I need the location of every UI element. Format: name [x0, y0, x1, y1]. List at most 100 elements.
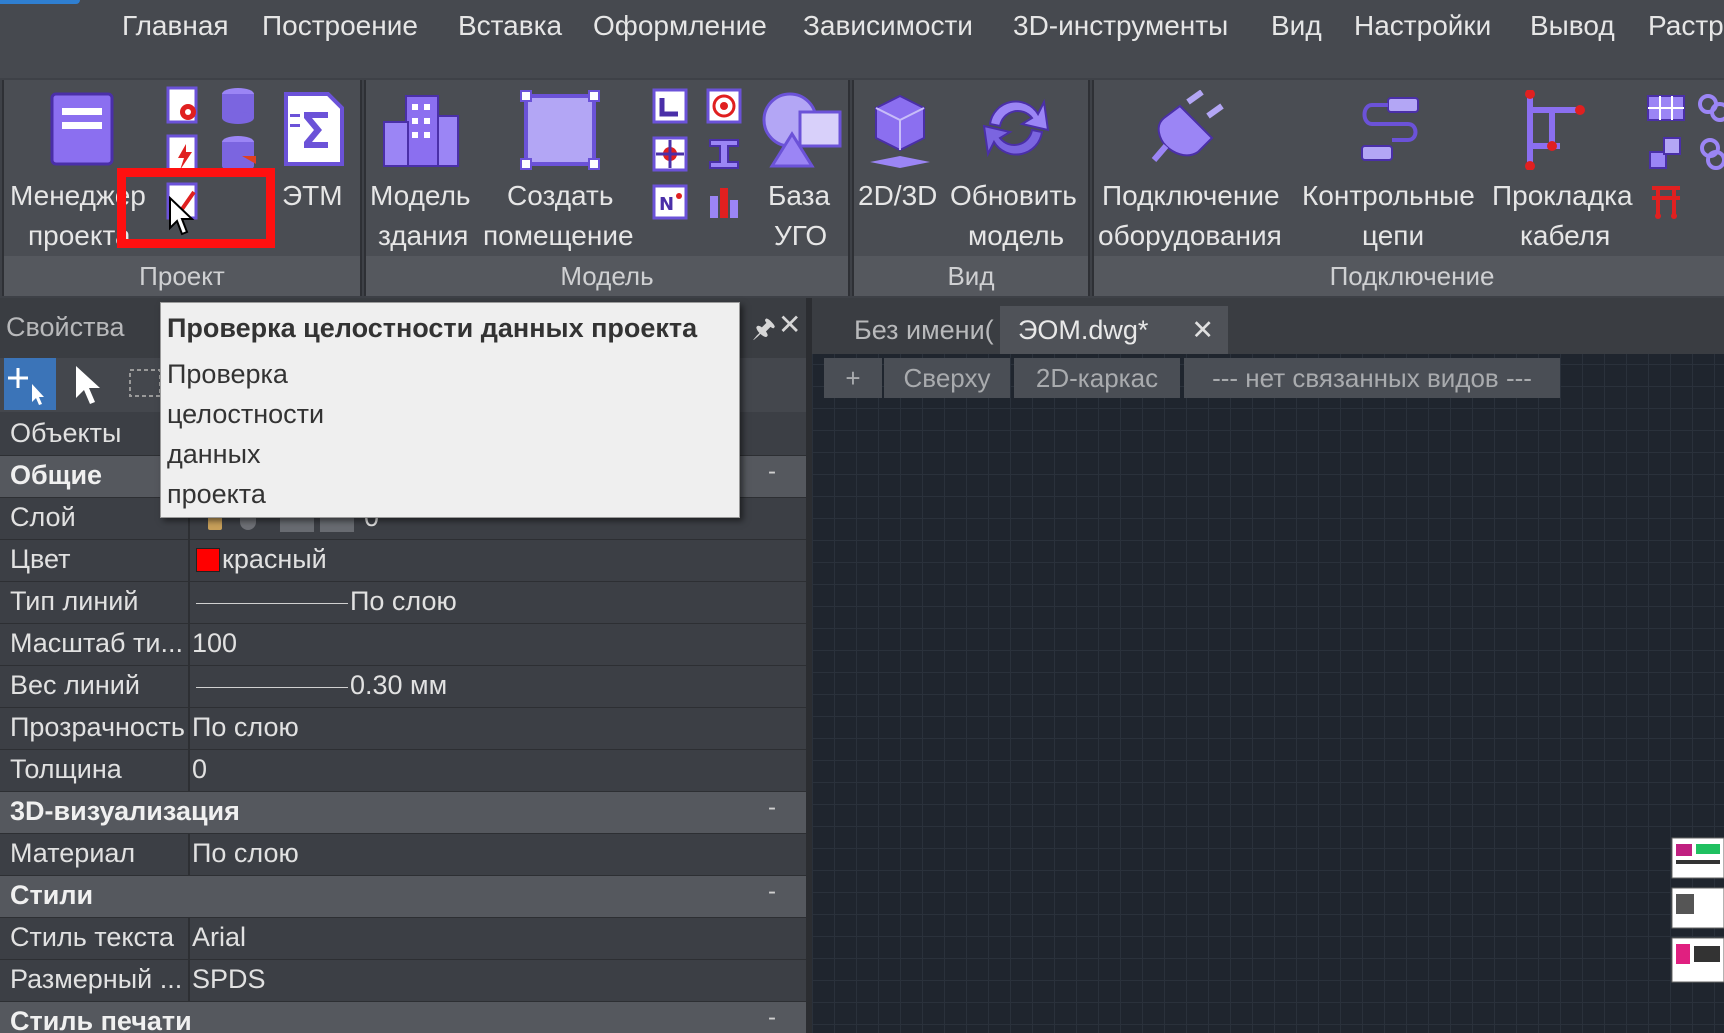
ugo-library-label1[interactable]: База: [768, 176, 830, 216]
section-styles-label: Стили: [10, 880, 94, 910]
control-circuits-label1[interactable]: Контрольные: [1302, 176, 1475, 216]
equipment-connection-label2[interactable]: оборудования: [1098, 216, 1282, 256]
link-chain-icon[interactable]: [1698, 92, 1724, 126]
prop-key: Слой: [10, 502, 76, 532]
prop-row-textstyle[interactable]: Стиль текста Arial: [0, 918, 806, 960]
view-2d3d-label[interactable]: 2D/3D: [858, 176, 937, 216]
create-room-icon[interactable]: [520, 90, 600, 170]
prop-key: Материал: [10, 838, 136, 868]
select-objects-button[interactable]: [64, 358, 116, 410]
viewport-add-button[interactable]: +: [824, 358, 882, 398]
bar-chart-icon[interactable]: [704, 182, 744, 222]
chain-links-icon[interactable]: [1698, 134, 1724, 174]
create-room-label1[interactable]: Создать: [507, 176, 613, 216]
panel-project-label: Проект: [4, 256, 360, 296]
prop-row-thickness[interactable]: Толщина 0: [0, 750, 806, 792]
drawing-sheets-thumbnail[interactable]: [1670, 836, 1724, 986]
project-manager-label2[interactable]: проекта: [28, 216, 131, 256]
viewport-linked-views[interactable]: --- нет связанных видов ---: [1184, 358, 1560, 398]
cable-routing-label1[interactable]: Прокладка: [1492, 176, 1633, 216]
doc-settings-icon[interactable]: [164, 86, 204, 126]
database-icon[interactable]: [218, 86, 258, 126]
objects-label: Объекты: [10, 418, 122, 448]
refresh-model-label1[interactable]: Обновить: [950, 176, 1077, 216]
collapse-icon[interactable]: -: [768, 458, 776, 486]
prop-row-lineweight[interactable]: Вес линий 0.30 мм: [0, 666, 806, 708]
room-corner-icon[interactable]: [650, 86, 690, 126]
svg-text:N: N: [659, 194, 674, 215]
tab-eom-dwg[interactable]: ЭОМ.dwg* ✕: [1000, 306, 1228, 354]
collapse-icon[interactable]: -: [768, 794, 776, 822]
refresh-model-icon[interactable]: [978, 90, 1054, 166]
beam-icon[interactable]: [704, 134, 744, 174]
add-selection-button[interactable]: [4, 358, 56, 410]
stacked-blocks-icon[interactable]: [1646, 134, 1686, 174]
building-model-label2[interactable]: здания: [378, 216, 468, 256]
collapse-icon[interactable]: -: [768, 878, 776, 906]
menu-view[interactable]: Вид: [1271, 10, 1322, 42]
tooltip-line: целостности: [167, 399, 325, 429]
tooltip-line: Проверка: [167, 359, 288, 389]
viewport-visual-style[interactable]: 2D-каркас: [1014, 358, 1180, 398]
drawing-canvas[interactable]: [812, 298, 1724, 1033]
tooltip-line: проекта: [167, 479, 266, 509]
column-divider: [188, 708, 190, 750]
color-swatch: [196, 548, 220, 572]
crosshair-room-icon[interactable]: [650, 134, 690, 174]
building-model-label1[interactable]: Модель: [370, 176, 471, 216]
menu-output[interactable]: Вывод: [1530, 10, 1615, 42]
prop-row-ltscale[interactable]: Масштаб ти... 100: [0, 624, 806, 666]
equipment-connection-label1[interactable]: Подключение: [1102, 176, 1280, 216]
close-panel-icon[interactable]: ✕: [778, 308, 801, 341]
ugo-library-icon[interactable]: [760, 90, 844, 170]
terminal-block-icon[interactable]: [1646, 182, 1686, 222]
grid-table-icon[interactable]: [1646, 92, 1686, 126]
prop-key: Вес линий: [10, 670, 140, 700]
equipment-plug-icon[interactable]: [1150, 90, 1228, 168]
prop-row-transparency[interactable]: Прозрачность По слою: [0, 708, 806, 750]
prop-row-linetype[interactable]: Тип линий По слою: [0, 582, 806, 624]
section-print-style[interactable]: Стиль печати -: [0, 1002, 806, 1033]
ugo-library-label2[interactable]: УГО: [774, 216, 827, 256]
project-manager-icon[interactable]: [48, 90, 116, 168]
column-divider: [188, 960, 190, 1002]
section-3d-viz[interactable]: 3D-визуализация -: [0, 792, 806, 834]
menu-design[interactable]: Оформление: [593, 10, 767, 42]
refresh-model-label2[interactable]: модель: [968, 216, 1064, 256]
target-icon[interactable]: [704, 86, 744, 126]
app-logo[interactable]: [0, 0, 80, 4]
collapse-icon[interactable]: -: [768, 1004, 776, 1032]
panel-connection-label: Подключение: [1094, 256, 1724, 296]
linetype-value: По слою: [350, 586, 457, 616]
menu-home[interactable]: Главная: [122, 10, 229, 42]
menu-3d-tools[interactable]: 3D-инструменты: [1013, 10, 1228, 42]
cable-routing-label2[interactable]: кабеля: [1520, 216, 1610, 256]
cable-routing-icon[interactable]: [1520, 90, 1594, 170]
menu-settings[interactable]: Настройки: [1354, 10, 1491, 42]
section-3d-viz-label: 3D-визуализация: [10, 796, 240, 826]
section-styles[interactable]: Стили -: [0, 876, 806, 918]
control-circuits-label2[interactable]: цепи: [1362, 216, 1424, 256]
viewport-view-top[interactable]: Сверху: [884, 358, 1010, 398]
prop-row-color[interactable]: Цвет красный: [0, 540, 806, 582]
pin-icon[interactable]: 🖈: [752, 310, 776, 354]
prop-row-material[interactable]: Материал По слою: [0, 834, 806, 876]
menu-insert[interactable]: Вставка: [458, 10, 562, 42]
menu-build[interactable]: Построение: [262, 10, 418, 42]
color-value: красный: [222, 544, 327, 574]
cube-2d3d-icon[interactable]: [868, 92, 932, 170]
numbering-icon[interactable]: N: [650, 182, 690, 222]
tab-close-icon[interactable]: ✕: [1191, 306, 1214, 354]
control-circuits-icon[interactable]: [1352, 94, 1428, 166]
etm-sum-icon[interactable]: [280, 90, 348, 168]
etm-button-label[interactable]: ЭТМ: [282, 176, 343, 216]
prop-row-dimstyle[interactable]: Размерный ... SPDS: [0, 960, 806, 1002]
tab-untitled[interactable]: Без имени(: [842, 306, 1006, 354]
menu-raster[interactable]: Растр: [1648, 10, 1724, 42]
building-model-icon[interactable]: [380, 92, 462, 168]
add-cursor-icon: [8, 368, 44, 405]
menu-constraints[interactable]: Зависимости: [803, 10, 973, 42]
tooltip-line: данных: [167, 439, 261, 469]
create-room-label2[interactable]: помещение: [483, 216, 634, 256]
column-divider: [188, 918, 190, 960]
